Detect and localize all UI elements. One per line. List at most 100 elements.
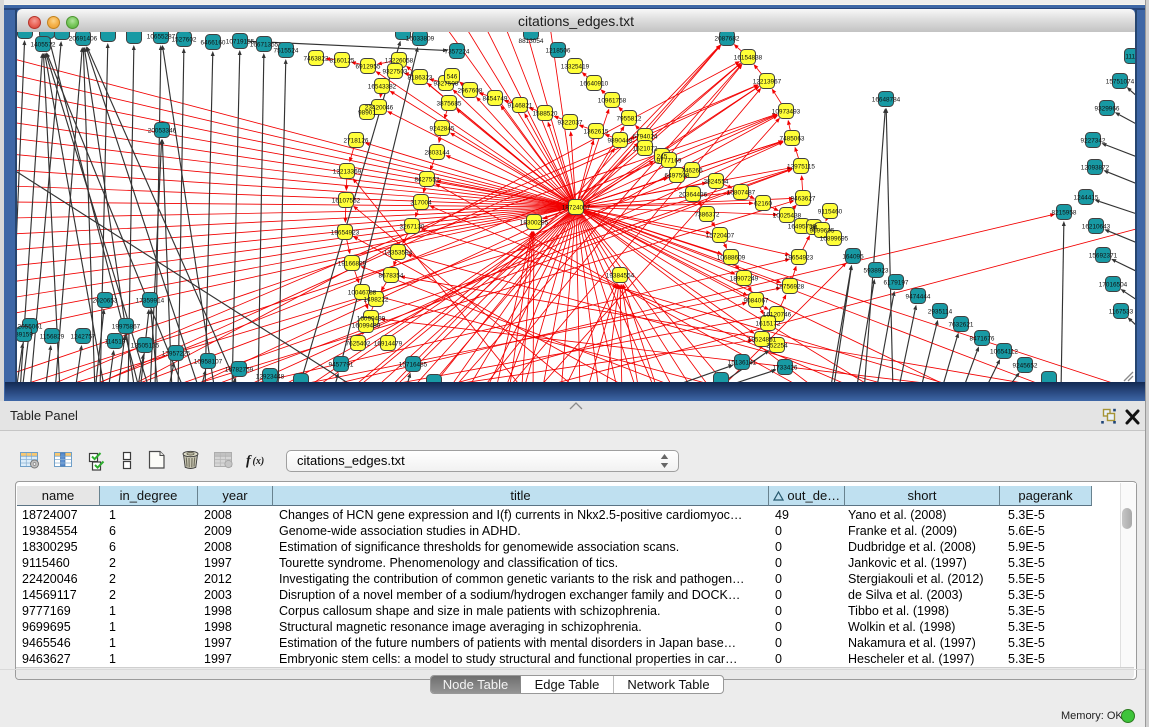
svg-text:18724007: 18724007: [562, 204, 591, 211]
svg-text:6179197: 6179197: [884, 279, 909, 286]
svg-text:12923448: 12923448: [256, 373, 285, 380]
svg-text:9322037: 9322037: [558, 119, 583, 126]
svg-text:98901: 98901: [358, 109, 376, 116]
svg-text:13226058: 13226058: [385, 57, 414, 64]
svg-text:8813054: 8813054: [519, 38, 544, 45]
svg-text:19654923: 19654923: [331, 229, 360, 236]
svg-text:19975867: 19975867: [112, 323, 141, 330]
svg-text:8186323: 8186323: [408, 74, 433, 81]
svg-text:1242757: 1242757: [71, 333, 96, 340]
svg-text:1527602: 1527602: [172, 36, 197, 43]
svg-text:10025438: 10025438: [773, 212, 802, 219]
svg-text:15136141: 15136141: [728, 359, 757, 366]
svg-text:546: 546: [447, 73, 458, 80]
svg-text:7386372: 7386372: [695, 211, 720, 218]
svg-text:6912955: 6912955: [356, 63, 381, 70]
svg-text:2020653: 2020653: [93, 297, 118, 304]
svg-text:9699695: 9699695: [810, 227, 835, 234]
svg-text:2935114: 2935114: [928, 308, 953, 315]
svg-text:317004: 317004: [410, 199, 432, 206]
svg-text:8160125: 8160125: [330, 57, 355, 64]
svg-text:9890448: 9890448: [608, 137, 633, 144]
svg-text:1621072: 1621072: [633, 145, 658, 152]
svg-text:7625402: 7625402: [346, 340, 371, 347]
svg-text:17957225: 17957225: [162, 350, 191, 357]
svg-text:10688609: 10688609: [717, 254, 746, 261]
svg-text:17359914: 17359914: [136, 297, 165, 304]
svg-text:7955812: 7955812: [617, 115, 642, 122]
svg-text:19654923: 19654923: [785, 254, 814, 261]
svg-text:39159: 39159: [17, 331, 33, 338]
svg-text:8427552: 8427552: [415, 176, 440, 183]
svg-text:2087682: 2087682: [715, 35, 740, 42]
svg-text:9463627: 9463627: [791, 195, 816, 202]
svg-text:9327508: 9327508: [434, 80, 459, 87]
svg-text:1218506: 1218506: [546, 47, 571, 54]
svg-text:7463822: 7463822: [304, 55, 329, 62]
svg-text:1167533: 1167533: [1109, 308, 1134, 315]
svg-text:15720407: 15720407: [706, 232, 735, 239]
svg-text:10899695: 10899695: [820, 235, 849, 242]
svg-text:1405572: 1405572: [31, 41, 56, 48]
svg-text:9245652: 9245652: [1013, 362, 1038, 369]
svg-text:1733426: 1733426: [773, 364, 798, 371]
svg-text:1362615: 1362615: [584, 128, 609, 135]
svg-text:16640910: 16640910: [580, 80, 609, 87]
svg-text:252254: 252254: [766, 342, 788, 349]
svg-text:10807487: 10807487: [727, 189, 756, 196]
svg-text:f: f: [246, 454, 252, 469]
svg-text:16782759: 16782759: [225, 366, 254, 373]
svg-text:9242845: 9242845: [430, 125, 455, 132]
svg-text:9329966: 9329966: [1095, 105, 1120, 112]
svg-text:9457791: 9457791: [329, 361, 354, 368]
svg-text:9084067: 9084067: [744, 297, 769, 304]
svg-text:16099489: 16099489: [357, 315, 386, 322]
svg-text:20691406: 20691406: [69, 35, 98, 42]
svg-text:16543382: 16543382: [368, 83, 397, 90]
svg-text:1112: 1112: [1125, 53, 1135, 60]
svg-text:16154838: 16154838: [734, 54, 763, 61]
svg-text:8454749: 8454749: [483, 95, 508, 102]
svg-text:9327503: 9327503: [383, 68, 408, 75]
svg-text:9115460: 9115460: [818, 208, 843, 215]
svg-text:17016504: 17016504: [1099, 281, 1128, 288]
svg-text:1244415: 1244415: [1074, 194, 1099, 201]
svg-text:20053346: 20053346: [148, 127, 177, 134]
svg-text:15751074: 15751074: [1106, 78, 1135, 85]
svg-text:19756928: 19756928: [776, 283, 805, 290]
svg-text:8471676: 8471676: [970, 335, 995, 342]
svg-text:1156829: 1156829: [40, 333, 65, 340]
svg-text:3267130: 3267130: [400, 223, 425, 230]
svg-text:3875685: 3875685: [437, 100, 462, 107]
svg-text:10973493: 10973493: [772, 108, 801, 115]
svg-text:2718126: 2718126: [344, 137, 369, 144]
svg-text:16210643: 16210643: [1082, 223, 1111, 230]
svg-text:6466160: 6466160: [201, 39, 226, 46]
svg-text:10046768: 10046768: [348, 289, 377, 296]
svg-text:19384554: 19384554: [606, 272, 635, 279]
svg-text:12213369: 12213369: [333, 168, 362, 175]
svg-text:7357224: 7357224: [445, 48, 470, 55]
svg-text:9474444: 9474444: [906, 293, 931, 300]
svg-text:2803144: 2803144: [425, 149, 450, 156]
svg-text:62160: 62160: [754, 200, 772, 207]
svg-text:10654112: 10654112: [990, 348, 1018, 355]
svg-text:12213967: 12213967: [753, 78, 782, 85]
svg-text:16099489: 16099489: [352, 322, 381, 329]
svg-text:16107552: 16107552: [332, 197, 361, 204]
svg-text:16120746: 16120746: [763, 311, 792, 318]
svg-text:9777169: 9777169: [657, 157, 682, 164]
svg-text:1588520: 1588520: [533, 110, 558, 117]
svg-text:164095: 164095: [842, 253, 864, 260]
svg-text:(x): (x): [253, 456, 265, 467]
svg-text:18300295: 18300295: [520, 219, 549, 226]
svg-text:12505135: 12505135: [131, 342, 160, 349]
svg-text:15692371: 15692371: [1089, 252, 1118, 259]
svg-text:8678354: 8678354: [379, 272, 404, 279]
svg-text:114519: 114519: [105, 338, 126, 345]
svg-text:7485063: 7485063: [780, 135, 805, 142]
svg-text:16033809: 16033809: [406, 35, 435, 42]
svg-text:12093872: 12093872: [1081, 164, 1110, 171]
svg-text:8215958: 8215958: [1052, 209, 1077, 216]
svg-text:9227342: 9227342: [1081, 137, 1106, 144]
